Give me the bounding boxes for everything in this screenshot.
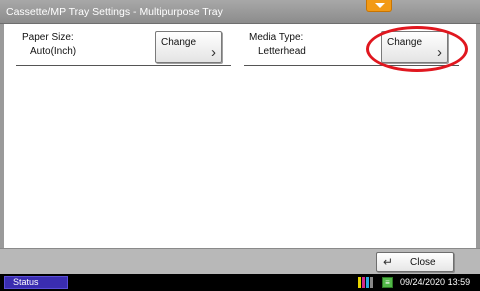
toner-level-icon: [358, 277, 376, 288]
highlight-annotation: [366, 26, 468, 72]
window-title: Cassette/MP Tray Settings - Multipurpose…: [6, 6, 223, 18]
close-button-label: Close: [410, 257, 436, 268]
footer-bar: ↵ Close: [0, 248, 480, 274]
status-bar: Status ≡ 09/24/2020 13:59: [0, 274, 480, 291]
datetime: 09/24/2020 13:59: [400, 277, 470, 287]
paper-size-value: Auto(Inch): [30, 46, 77, 57]
chevron-down-icon: [375, 3, 385, 8]
status-button[interactable]: Status: [4, 276, 68, 289]
title-bar: Cassette/MP Tray Settings - Multipurpose…: [0, 0, 480, 24]
change-button-label: Change: [161, 37, 197, 48]
collapse-tab[interactable]: [366, 0, 392, 12]
time-text: 13:59: [447, 277, 471, 287]
toner-yellow: [358, 277, 361, 288]
network-icon: ≡: [382, 277, 393, 288]
close-button[interactable]: ↵ Close: [376, 252, 454, 272]
paper-size-label: Paper Size:: [22, 32, 74, 43]
media-type-value: Letterhead: [258, 46, 306, 57]
return-arrow-icon: ↵: [383, 255, 394, 269]
chevron-right-icon: ›: [211, 44, 216, 61]
toner-black: [370, 277, 373, 288]
paper-size-divider: [16, 65, 231, 66]
paper-size-change-button[interactable]: Change ›: [155, 31, 222, 63]
media-type-label: Media Type:: [249, 32, 304, 43]
date-text: 09/24/2020: [400, 277, 446, 287]
toner-cyan: [366, 277, 369, 288]
toner-magenta: [362, 277, 365, 288]
